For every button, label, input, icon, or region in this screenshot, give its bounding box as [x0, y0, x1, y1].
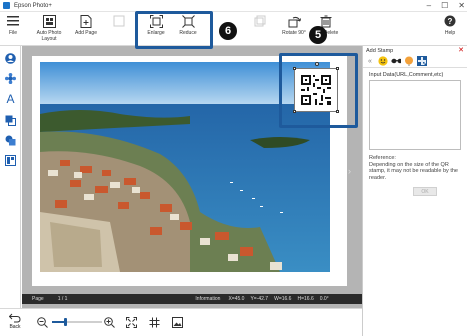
- window-title: Epson Photo+: [14, 2, 52, 9]
- qr-stamp-highlight: [279, 53, 358, 128]
- zoom-in-button[interactable]: [104, 317, 115, 328]
- rotate-icon: [287, 14, 301, 28]
- zoom-slider-thumb[interactable]: [63, 318, 67, 326]
- stamp-icon[interactable]: [4, 72, 17, 85]
- info-label: Information: [195, 296, 221, 302]
- enlarge-reduce-highlight: [135, 11, 213, 49]
- title-bar: Epson Photo+ – ☐ ✕: [0, 0, 467, 12]
- close-window-icon[interactable]: ✕: [458, 1, 465, 10]
- grid-icon: [149, 317, 160, 328]
- auto-layout-label: Auto Photo Layout: [36, 30, 62, 42]
- back-label: Back: [9, 324, 21, 330]
- auto-layout-icon: [42, 14, 56, 28]
- maximize-icon[interactable]: ☐: [441, 1, 448, 10]
- callout-six: 6: [219, 22, 237, 40]
- rotate-button[interactable]: Rotate 90°: [280, 14, 308, 36]
- page-label: Page: [32, 296, 44, 302]
- preview-button[interactable]: [172, 317, 183, 328]
- minimize-icon[interactable]: –: [427, 1, 431, 10]
- help-label: Help: [444, 30, 456, 36]
- info-w: W=16.6: [274, 296, 292, 302]
- file-label: File: [8, 30, 18, 36]
- disabled-tool-icon: [112, 14, 126, 28]
- zoom-in-icon: [104, 317, 115, 328]
- reference-title: Reference:: [369, 155, 396, 161]
- zoom-slider[interactable]: [52, 318, 102, 326]
- page-value: 1 / 1: [57, 296, 68, 302]
- auto-photo-layout-button[interactable]: Auto Photo Layout: [36, 14, 62, 42]
- shape-icon[interactable]: [4, 134, 17, 147]
- fit-button[interactable]: [126, 317, 137, 328]
- disabled-tool-button[interactable]: [111, 14, 127, 30]
- info-x: X=45.0: [228, 296, 245, 302]
- reference-text: Depending on the size of the QR stamp, i…: [369, 161, 458, 181]
- info-h: H=16.6: [297, 296, 314, 302]
- app-icon: [3, 2, 10, 9]
- help-button[interactable]: ? Help: [441, 14, 459, 36]
- disabled-copy-button[interactable]: [252, 14, 268, 30]
- help-icon: ?: [443, 14, 457, 28]
- info-angle: 0.0°: [319, 296, 329, 302]
- add-page-label: Add Page: [75, 30, 97, 36]
- sunglasses-icon[interactable]: [391, 56, 401, 66]
- copy-icon: [253, 14, 267, 28]
- zoom-out-icon: [37, 317, 48, 328]
- add-stamp-panel: Add Stamp ✕ « Input Data(URL,Comment,etc…: [362, 46, 467, 336]
- file-button[interactable]: File: [4, 14, 22, 36]
- rotate-label: Rotate 90°: [282, 30, 306, 36]
- zoom-slider-fill: [52, 321, 65, 323]
- user-icon[interactable]: [4, 52, 17, 65]
- layout-icon[interactable]: [4, 154, 17, 167]
- text-icon[interactable]: A: [4, 92, 17, 106]
- qr-icon[interactable]: [417, 56, 427, 66]
- svg-text:?: ?: [448, 17, 453, 26]
- add-page-button[interactable]: Add Page: [73, 14, 99, 36]
- qr-data-input[interactable]: [369, 80, 461, 150]
- status-bar: Page 1 / 1 Information X=45.0 Y=-42.7 W=…: [22, 294, 362, 304]
- emoji-icon[interactable]: [378, 56, 388, 66]
- back-arrow-icon: [9, 313, 21, 323]
- input-label: Input Data(URL,Comment,etc): [369, 72, 444, 78]
- back-button[interactable]: Back: [7, 312, 23, 330]
- close-panel-icon[interactable]: ✕: [458, 46, 464, 54]
- image-preview-icon: [172, 317, 183, 328]
- panel-title: Add Stamp: [366, 47, 394, 54]
- next-page-arrow[interactable]: ›: [348, 166, 351, 176]
- hamburger-icon: [6, 14, 20, 28]
- info-y: Y=-42.7: [250, 296, 269, 302]
- ok-button[interactable]: OK: [413, 187, 437, 196]
- callout-five: 5: [309, 26, 327, 44]
- stamp-tabs: «: [363, 55, 467, 68]
- frame-icon[interactable]: [4, 114, 17, 127]
- add-page-icon: [79, 14, 93, 28]
- fit-icon: [126, 317, 137, 328]
- zoom-out-button[interactable]: [37, 317, 48, 328]
- balloon-icon[interactable]: [404, 56, 414, 66]
- grid-button[interactable]: [149, 317, 160, 328]
- left-toolbar: A: [0, 46, 21, 308]
- bottom-bar: Back: [0, 308, 362, 336]
- collapse-icon[interactable]: «: [365, 56, 375, 66]
